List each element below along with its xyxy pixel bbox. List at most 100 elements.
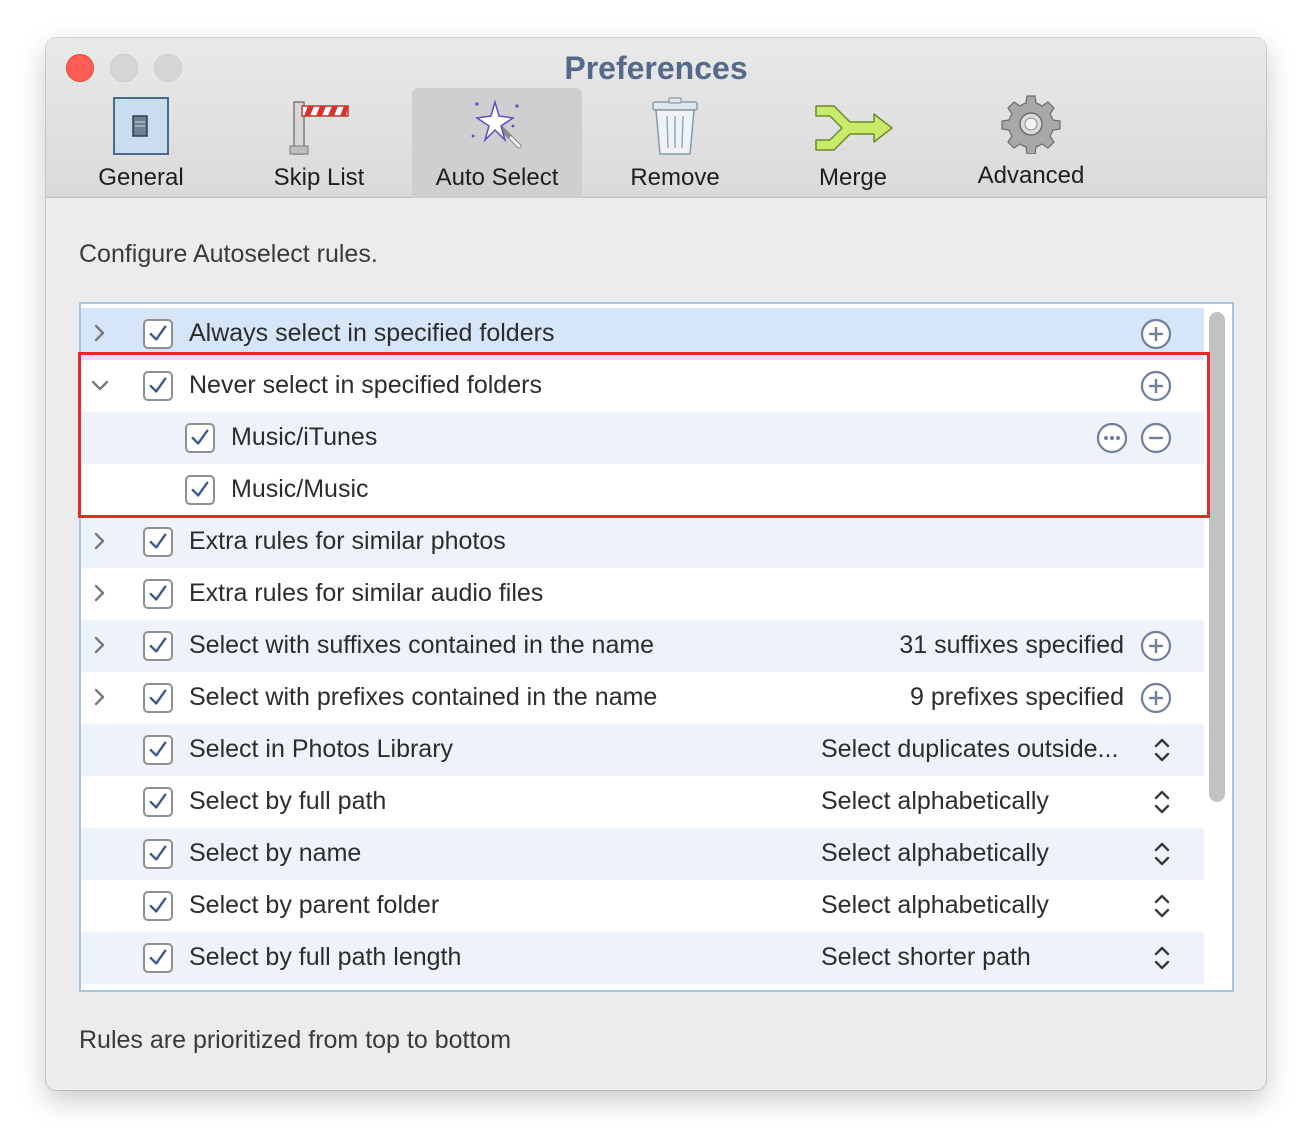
rule-label: Select by name [189,839,362,867]
rule-checkbox[interactable] [143,735,173,765]
rule-checkbox[interactable] [143,579,173,609]
add-circle-icon[interactable] [1139,681,1173,715]
tab-label: General [98,164,184,191]
rule-row[interactable]: Select by full path Select alphabetically [81,776,1204,828]
chevron-right-icon[interactable] [87,320,113,346]
rule-row[interactable]: Select by full path length Select shorter… [81,932,1204,984]
rule-row[interactable]: Select in Photos Library Select duplicate… [81,724,1204,776]
more-circle-icon[interactable] [1095,421,1129,455]
rule-label: Select with suffixes contained in the na… [189,631,655,659]
chevron-right-icon[interactable] [87,528,113,554]
checkmark-icon [149,741,167,757]
rule-row[interactable]: Extra rules for similar audio files [81,568,1204,620]
rule-label: Select by parent folder [189,891,440,919]
magic-wand-icon [471,99,522,149]
folder-row[interactable]: Music/iTunes [81,412,1204,464]
priority-note: Rules are prioritized from top to bottom [79,1026,512,1054]
tab-label: Merge [818,164,888,191]
tab-label: Auto Select [435,164,559,191]
rule-checkbox[interactable] [143,527,173,557]
folder-row[interactable]: Music/Music [81,464,1204,516]
rule-label: Extra rules for similar audio files [189,579,544,607]
rule-label: Select by full path [189,787,387,815]
toolbar: Preferences General Skip List Auto Selec… [46,38,1266,198]
window-title: Preferences [564,50,748,86]
rule-row[interactable]: Extra rules for similar photos [81,516,1204,568]
checkmark-icon [149,897,167,913]
rule-label: Select by full path length [189,943,462,971]
rule-row[interactable]: Select by name Select alphabetically [81,828,1204,880]
rule-checkbox[interactable] [143,631,173,661]
checkmark-icon [149,845,167,861]
tab-label: Skip List [273,164,365,191]
rule-count-text: 9 prefixes specified [909,683,1124,711]
rule-checkbox[interactable] [185,475,215,505]
tab-general[interactable]: General [56,88,226,198]
add-circle-icon[interactable] [1139,629,1173,663]
general-switch-icon [113,97,169,155]
rule-count-text: 31 suffixes specified [899,631,1124,659]
tab-auto-select[interactable]: Auto Select [412,88,582,198]
add-circle-icon[interactable] [1139,369,1173,403]
rule-row[interactable]: Select with suffixes contained in the na… [81,620,1204,672]
rule-checkbox[interactable] [143,787,173,817]
up-down-stepper-icon[interactable] [1151,788,1173,816]
chevron-down-icon[interactable] [87,372,113,398]
rule-checkbox[interactable] [143,943,173,973]
rule-row[interactable]: Select by parent folder Select alphabetic… [81,880,1204,932]
rule-checkbox[interactable] [185,423,215,453]
rule-label: Music/iTunes [231,423,378,451]
rule-checkbox[interactable] [143,891,173,921]
pane-description: Configure Autoselect rules. [79,240,378,268]
rule-option-select[interactable]: Select shorter path [821,943,1031,972]
rule-option-select[interactable]: Select alphabetically [821,891,1049,920]
remove-circle-icon[interactable] [1139,421,1173,455]
tab-merge[interactable]: Merge [768,88,938,198]
checkmark-icon [149,793,167,809]
rule-row[interactable]: Never select in specified folders [81,360,1204,412]
chevron-right-icon[interactable] [87,684,113,710]
rule-label: Extra rules for similar photos [189,527,506,555]
checkmark-icon [149,533,167,549]
add-circle-icon[interactable] [1139,317,1173,351]
checkmark-icon [149,689,167,705]
rule-option-select[interactable]: Select duplicates outside... [821,735,1118,764]
chevron-right-icon[interactable] [87,632,113,658]
chevron-right-icon[interactable] [87,580,113,606]
gear-icon [1001,95,1061,154]
vertical-scrollbar[interactable] [1209,312,1225,802]
preferences-window: Preferences General Skip List Auto Selec… [46,38,1266,1090]
checkmark-icon [191,429,209,445]
auto-select-pane: Configure Autoselect rules. Always selec… [46,198,1266,1090]
checkmark-icon [149,377,167,393]
rule-checkbox[interactable] [143,371,173,401]
rules-table: Always select in specified folders Never … [79,302,1234,992]
rule-option-select[interactable]: Select alphabetically [821,787,1049,816]
up-down-stepper-icon[interactable] [1151,736,1173,764]
checkmark-icon [149,585,167,601]
up-down-stepper-icon[interactable] [1151,944,1173,972]
checkmark-icon [149,325,167,341]
barrier-icon [289,101,349,155]
checkmark-icon [149,949,167,965]
up-down-stepper-icon[interactable] [1151,892,1173,920]
rule-label: Select with prefixes contained in the na… [189,683,658,711]
checkmark-icon [191,481,209,497]
tab-label: Advanced [977,162,1085,189]
rule-row[interactable]: Select with prefixes contained in the na… [81,672,1204,724]
rule-checkbox[interactable] [143,683,173,713]
tab-advanced[interactable]: Advanced [946,88,1116,198]
rule-checkbox[interactable] [143,839,173,869]
rule-row[interactable]: Always select in specified folders [81,308,1204,360]
rule-option-select[interactable]: Select alphabetically [821,839,1049,868]
tab-label: Remove [630,164,720,191]
merge-arrow-icon [815,105,893,151]
trash-icon [652,97,698,155]
rule-checkbox[interactable] [143,319,173,349]
rule-label: Music/Music [231,475,369,503]
tab-remove[interactable]: Remove [590,88,760,198]
up-down-stepper-icon[interactable] [1151,840,1173,868]
rule-label: Select in Photos Library [189,735,454,763]
rule-label: Always select in specified folders [189,319,555,347]
tab-skip-list[interactable]: Skip List [234,88,404,198]
